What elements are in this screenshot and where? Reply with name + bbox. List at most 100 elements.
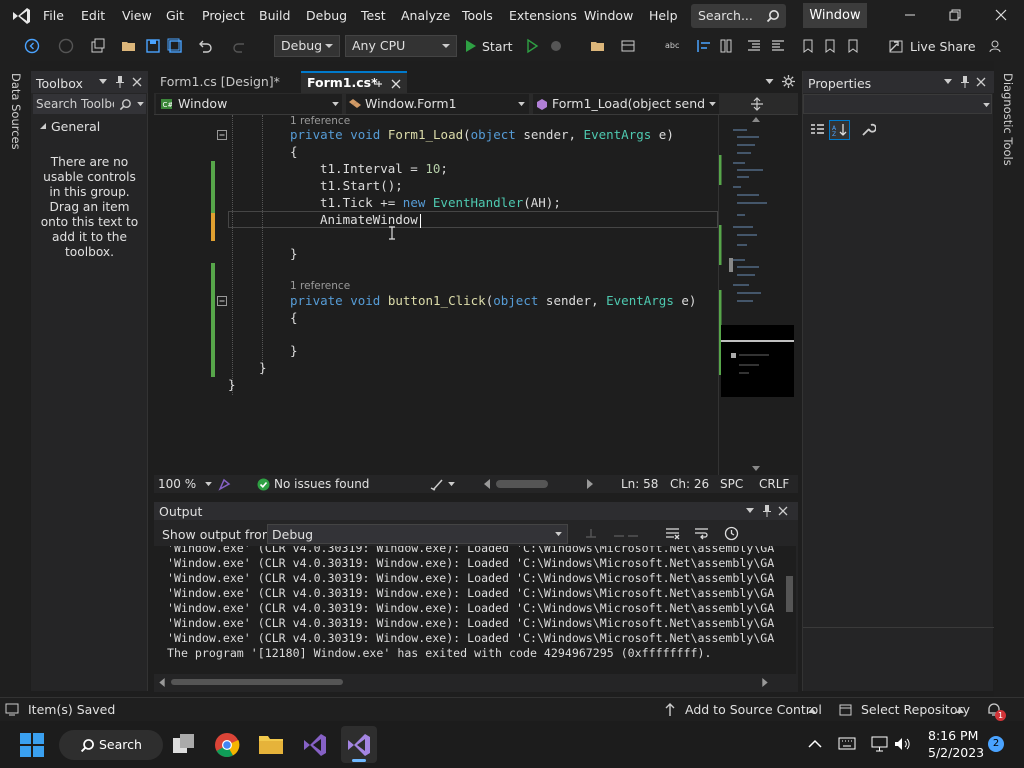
code-cleanup-broom-icon[interactable] — [430, 478, 446, 491]
menu-test[interactable]: Test — [361, 8, 386, 23]
reference-count-lens[interactable]: 1 reference — [290, 115, 350, 127]
output-vertical-scrollbar[interactable] — [784, 546, 796, 674]
start-button-label[interactable]: Start — [482, 39, 513, 54]
minimize-icon[interactable] — [903, 8, 917, 22]
columns-icon[interactable] — [718, 38, 734, 54]
visual-studio-icon[interactable] — [302, 732, 328, 758]
menu-build[interactable]: Build — [259, 8, 290, 23]
spell-check-icon[interactable]: abc — [664, 38, 680, 54]
cursor-line[interactable]: Ln: 58 — [621, 477, 658, 491]
layout-icon[interactable] — [620, 38, 636, 54]
keyboard-icon[interactable] — [838, 737, 856, 750]
pin-icon[interactable] — [115, 75, 125, 89]
collapse-region-icon[interactable] — [217, 130, 227, 140]
open-folder-icon[interactable] — [121, 38, 137, 54]
menu-git[interactable]: Git — [166, 8, 184, 23]
show-hidden-icons-chevron-icon[interactable] — [808, 739, 822, 748]
menu-analyze[interactable]: Analyze — [401, 8, 450, 23]
new-project-icon[interactable] — [90, 38, 106, 54]
reference-count-lens[interactable]: 1 reference — [290, 280, 350, 292]
scroll-right-icon[interactable] — [587, 479, 593, 489]
redo-icon[interactable] — [232, 38, 248, 54]
tab-pin-icon[interactable] — [373, 79, 383, 89]
volume-icon[interactable] — [893, 736, 911, 752]
code-editor[interactable]: 1 reference private void Form1_Load(obje… — [154, 115, 718, 475]
bookmark-next-icon[interactable] — [845, 38, 861, 54]
taskbar-search-box[interactable]: Search — [59, 730, 163, 760]
search-box[interactable]: Search... — [691, 4, 786, 28]
tab-settings-gear-icon[interactable] — [782, 75, 795, 88]
navigate-back-icon[interactable] — [24, 38, 40, 54]
toolbox-search-input[interactable]: Search Toolbox — [33, 94, 146, 114]
categorized-view-icon[interactable] — [810, 123, 825, 137]
properties-object-dropdown[interactable] — [803, 94, 992, 114]
zoom-dropdown-icon[interactable] — [205, 482, 212, 487]
menu-view[interactable]: View — [122, 8, 152, 23]
toolbox-close-icon[interactable] — [132, 77, 142, 87]
menu-debug[interactable]: Debug — [306, 8, 347, 23]
scroll-left-icon[interactable] — [484, 479, 490, 489]
intellicode-icon[interactable] — [218, 478, 231, 491]
source-control-arrow-icon[interactable] — [808, 707, 816, 713]
class-dropdown[interactable]: Window.Form1 — [346, 94, 529, 114]
save-all-icon[interactable] — [167, 38, 183, 54]
output-pin-icon[interactable] — [762, 504, 772, 518]
properties-pin-icon[interactable] — [960, 75, 970, 89]
output-scroll-thumb[interactable] — [786, 576, 793, 612]
indent-mode[interactable]: SPC — [720, 477, 743, 491]
notification-center-badge[interactable]: 2 — [988, 736, 1004, 752]
menu-edit[interactable]: Edit — [81, 8, 105, 23]
horizontal-scroll-thumb[interactable] — [496, 480, 548, 488]
output-close-icon[interactable] — [778, 506, 788, 516]
menu-tools[interactable]: Tools — [462, 8, 493, 23]
live-share-label[interactable]: Live Share — [910, 39, 976, 54]
toggle-word-wrap-icon[interactable] — [694, 526, 709, 541]
restore-icon[interactable] — [948, 8, 962, 22]
data-sources-tab[interactable]: Data Sources — [9, 73, 23, 150]
clear-all-icon[interactable] — [665, 526, 680, 541]
split-window-icon[interactable] — [750, 97, 764, 111]
tab-form1-design[interactable]: Form1.cs [Design]* — [154, 71, 300, 93]
outdent-icon[interactable] — [770, 38, 786, 54]
alphabetical-view-button[interactable]: AZ — [829, 120, 850, 140]
windows-start-icon[interactable] — [20, 733, 44, 757]
visual-studio-logo-icon[interactable] — [10, 6, 32, 26]
properties-menu-icon[interactable] — [944, 79, 952, 85]
clock-time[interactable]: 8:16 PM — [928, 728, 978, 743]
output-scroll-right-icon[interactable] — [762, 678, 768, 687]
platform-dropdown[interactable]: Any CPU — [345, 35, 457, 57]
cursor-column[interactable]: Ch: 26 — [670, 477, 709, 491]
line-ending[interactable]: CRLF — [759, 477, 789, 491]
save-icon[interactable] — [145, 38, 161, 54]
solution-explorer-icon[interactable] — [590, 38, 606, 54]
code-cleanup-dropdown-icon[interactable] — [448, 482, 455, 487]
menu-help[interactable]: Help — [649, 8, 678, 23]
member-dropdown[interactable]: Form1_Load(object sender, E — [533, 94, 719, 114]
issues-status[interactable]: No issues found — [274, 477, 369, 491]
code-minimap[interactable] — [718, 115, 794, 475]
close-window-icon[interactable] — [994, 8, 1008, 22]
tab-close-icon[interactable] — [391, 79, 401, 89]
clock-date[interactable]: 5/2/2023 — [928, 745, 984, 760]
output-text-area[interactable]: 'Window.exe' (CLR v4.0.30319: Window.exe… — [154, 546, 784, 674]
menu-project[interactable]: Project — [202, 8, 245, 23]
output-scroll-left-icon[interactable] — [159, 678, 165, 687]
diagnostic-tools-tab[interactable]: Diagnostic Tools — [1001, 73, 1015, 166]
task-view-icon[interactable] — [172, 733, 196, 755]
output-source-dropdown[interactable]: Debug — [267, 524, 568, 544]
toolbox-menu-icon[interactable] — [99, 79, 107, 85]
properties-close-icon[interactable] — [976, 77, 986, 87]
start-play-icon[interactable] — [463, 38, 479, 54]
network-icon[interactable] — [871, 736, 888, 752]
file-explorer-icon[interactable] — [258, 733, 284, 755]
align-icon[interactable] — [696, 38, 712, 54]
bookmark-icon[interactable] — [800, 38, 816, 54]
property-pages-wrench-icon[interactable] — [860, 122, 876, 138]
repository-arrow-icon[interactable] — [956, 707, 964, 713]
solution-name-badge[interactable]: Window — [803, 3, 867, 28]
prev-next-message-icon[interactable] — [612, 527, 640, 541]
toolbox-group-general[interactable]: General — [33, 116, 146, 136]
add-to-source-control[interactable]: Add to Source Control — [685, 702, 822, 717]
zoom-level[interactable]: 100 % — [158, 477, 196, 491]
hot-reload-icon[interactable] — [548, 38, 564, 54]
